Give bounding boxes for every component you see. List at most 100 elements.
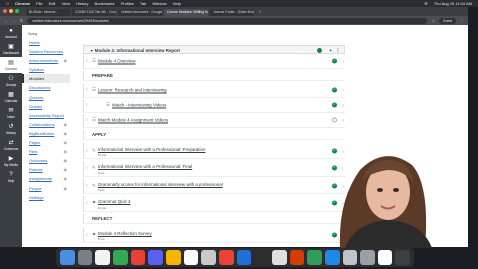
module-item-title[interactable]: Grammar Quiz 4 (98, 199, 130, 204)
course-nav-collaborations[interactable]: Collaborations ◉ (22, 120, 70, 129)
course-nav-modules[interactable]: Modules (22, 74, 70, 84)
module-item-title[interactable]: Grammarly scores for informational inter… (98, 182, 223, 187)
drag-handle-icon[interactable]: ⠇ (86, 118, 89, 123)
drag-handle-icon[interactable]: ⠇ (86, 201, 89, 206)
reload-icon[interactable]: ↻ (20, 18, 23, 23)
browser-tab[interactable]: Journal Folder - Gilder Blue... (210, 9, 254, 16)
course-nav-home[interactable]: Home (22, 38, 70, 47)
visibility-icon[interactable]: ◉ (64, 174, 68, 183)
module-item-title[interactable]: Watch Module 4 Assignment Videos (98, 118, 168, 123)
close-window-button[interactable] (3, 9, 7, 13)
item-options-icon[interactable]: ⋮ (341, 118, 345, 123)
dock-app-icon[interactable] (307, 250, 322, 265)
course-nav-settings[interactable]: Settings (22, 193, 70, 202)
dock-app-icon[interactable] (360, 250, 375, 265)
menubar-item[interactable]: View (61, 0, 70, 7)
dock-app-icon[interactable] (112, 250, 128, 265)
visibility-icon[interactable]: ◉ (64, 129, 68, 138)
global-nav-my-media[interactable]: ▶ My Media (0, 153, 22, 169)
wifi-icon[interactable]: ☰ (424, 0, 428, 7)
visibility-icon[interactable]: ◉ (64, 138, 68, 147)
star-icon[interactable]: ☆ (431, 18, 435, 23)
dock-app-icon[interactable] (201, 250, 216, 265)
course-nav-quizzes[interactable]: Quizzes (22, 93, 70, 102)
visibility-icon[interactable]: ◉ (64, 147, 68, 156)
menubar-app[interactable]: Chrome (15, 0, 30, 7)
global-nav-dashboard[interactable]: ▣ Dashboard (0, 41, 22, 57)
visibility-icon[interactable]: ◉ (64, 56, 68, 65)
global-nav-history[interactable]: ↺ History (0, 121, 22, 137)
module-item-title[interactable]: Module 4 Reflection Survey (98, 231, 152, 236)
global-nav-groups[interactable]: ⚇ Groups (0, 73, 22, 89)
profile-button[interactable]: Guest (438, 17, 456, 24)
course-nav-files[interactable]: Files ◉ (22, 147, 70, 156)
module-item-title[interactable]: Informational Interview with a Professio… (98, 147, 205, 152)
drag-handle-icon[interactable]: ⠇ (86, 59, 89, 64)
visibility-icon[interactable]: ◉ (64, 120, 68, 129)
dock-app-icon[interactable] (218, 250, 234, 265)
add-item-icon[interactable]: + (329, 46, 332, 55)
module-header[interactable]: ▼ Module 4: Informational Interview Repo… (83, 45, 345, 54)
menubar-item[interactable]: Edit (49, 0, 56, 7)
course-nav-accessibility-report[interactable]: Accessibility Report (22, 111, 70, 120)
course-nav-bigbluebutton[interactable]: BigBlueButton ◉ (22, 129, 70, 138)
course-nav-discussions[interactable]: Discussions (22, 83, 70, 92)
dock-app-icon[interactable] (342, 250, 358, 265)
maximize-window-button[interactable] (15, 9, 19, 13)
browser-tab[interactable]: Untitled document - Google... (118, 9, 162, 16)
module-item[interactable]: ⠇ ☰ Lesson: Research and Interviewing ✓ ⋮ (83, 84, 345, 98)
module-item-title[interactable]: Watch - Interviewing Videos (112, 103, 166, 108)
minimize-window-button[interactable] (9, 9, 13, 13)
dock-app-icon[interactable] (77, 250, 93, 265)
global-nav-calendar[interactable]: ▦ Calendar (0, 89, 22, 105)
menubar-clock[interactable]: Thu Aug 15 11:04 AM (434, 0, 472, 7)
dock-app-icon[interactable] (165, 250, 181, 265)
forward-icon[interactable]: → (12, 18, 16, 23)
course-nav-pages[interactable]: Pages ◉ (22, 138, 70, 147)
item-options-icon[interactable]: ⋮ (341, 88, 345, 93)
global-nav-commons[interactable]: ⇄ Commons (0, 137, 22, 153)
item-options-icon[interactable]: ⋮ (341, 59, 345, 64)
global-nav-courses[interactable]: ▤ Courses (0, 57, 22, 73)
menubar-item[interactable]: File (36, 0, 42, 7)
drag-handle-icon[interactable]: ⠇ (86, 88, 89, 93)
visibility-icon[interactable]: ◉ (64, 165, 68, 174)
dock-app-icon[interactable] (395, 250, 411, 265)
dock-app-icon[interactable] (60, 250, 75, 265)
dock-app-icon[interactable] (289, 250, 305, 265)
menubar-item[interactable]: Profiles (121, 0, 134, 7)
course-nav-people[interactable]: People ◉ (22, 184, 70, 193)
back-icon[interactable]: ← (4, 18, 8, 23)
dock-app-icon[interactable] (148, 250, 163, 265)
menubar-item[interactable]: Window (152, 0, 166, 7)
dock-app-icon[interactable] (183, 250, 199, 265)
more-icon[interactable]: ⋮ (460, 18, 464, 23)
menubar-item[interactable]: Bookmarks (95, 0, 115, 7)
visibility-icon[interactable]: ◉ (64, 156, 68, 165)
menubar-item[interactable]: Tab (140, 0, 146, 7)
dock-app-icon[interactable] (324, 250, 340, 265)
module-item[interactable]: ⠇ ☰ Module 4 Overview ✓ ⋮ (83, 55, 345, 69)
drag-handle-icon[interactable]: ⠇ (86, 103, 89, 108)
module-item[interactable]: ⠇ ☰ Watch - Interviewing Videos ✓ ⋮ (83, 99, 345, 113)
module-item[interactable]: ⠇ ☰ Watch Module 4 Assignment Videos ⋮ (83, 114, 345, 128)
global-nav-help[interactable]: ? Help (0, 169, 22, 185)
dock-app-icon[interactable] (130, 250, 146, 265)
menubar-item[interactable]: Help (173, 0, 181, 7)
module-item-title[interactable]: Informational Interview with a Professio… (98, 164, 192, 169)
visibility-icon[interactable]: ◉ (64, 184, 68, 193)
menubar-item[interactable]: History (76, 0, 88, 7)
dock-app-icon[interactable] (95, 250, 110, 265)
collapse-icon[interactable]: ▼ (90, 49, 94, 53)
new-tab-button[interactable]: + (256, 9, 264, 16)
course-nav-rubrics[interactable]: Rubrics ◉ (22, 165, 70, 174)
dock-app-icon[interactable] (254, 250, 269, 265)
global-nav-inbox[interactable]: ✉ Inbox (0, 105, 22, 121)
course-nav-syllabus[interactable]: Syllabus (22, 65, 70, 74)
course-nav-grades[interactable]: Grades (22, 102, 70, 111)
module-options-icon[interactable]: ⋮ (336, 46, 340, 55)
course-nav-outcomes[interactable]: Outcomes ◉ (22, 156, 70, 165)
apple-icon[interactable]:  (6, 0, 9, 7)
module-item-title[interactable]: Module 4 Overview (98, 59, 136, 64)
dock-app-icon[interactable] (271, 250, 287, 265)
